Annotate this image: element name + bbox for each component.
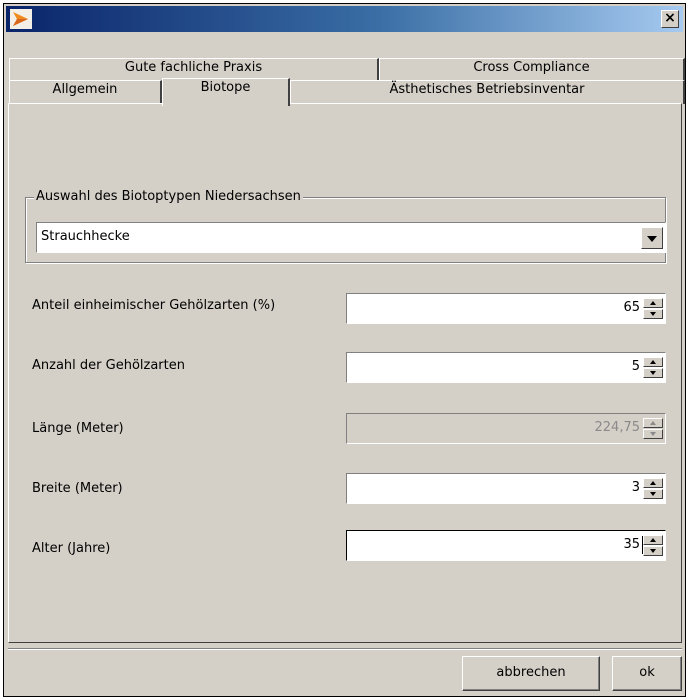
spinner-buttons: [643, 298, 663, 319]
laenge-spinner: 224,75: [346, 413, 666, 444]
spin-up-button[interactable]: [643, 357, 663, 367]
spinner-buttons: [643, 478, 663, 499]
spin-down-button[interactable]: [643, 489, 663, 499]
biotope-type-select[interactable]: Strauchhecke: [36, 222, 666, 253]
tab-gute-fachliche-praxis[interactable]: Gute fachliche Praxis: [9, 58, 379, 80]
biotope-type-value: Strauchhecke: [41, 229, 130, 244]
spin-up-button: [643, 418, 663, 428]
field-label-breite: Breite (Meter): [32, 481, 123, 496]
field-label-laenge: Länge (Meter): [32, 421, 124, 436]
spin-down-button[interactable]: [643, 309, 663, 319]
cancel-button[interactable]: abbrechen: [462, 656, 600, 691]
spinner-value: 65: [623, 300, 640, 315]
tab-label: Gute fachliche Praxis: [124, 60, 263, 75]
arrow-up-icon: [650, 538, 656, 542]
arrow-up-icon: [650, 421, 656, 425]
spinner-value: 35: [623, 537, 640, 552]
biotope-type-group-title: Auswahl des Biotoptypen Niedersachsen: [34, 188, 303, 206]
tab-label: Allgemein: [52, 82, 118, 97]
tab-label: Biotope: [200, 80, 251, 95]
spinner-buttons: [643, 357, 663, 378]
ok-button[interactable]: ok: [612, 656, 682, 691]
close-icon: ×: [664, 10, 676, 26]
spin-down-button: [643, 429, 663, 439]
title-bar[interactable]: ×: [6, 6, 683, 32]
spinner-value: 224,75: [594, 420, 641, 435]
tab-label: Ästhetisches Betriebsinventar: [389, 82, 585, 97]
anteil-spinner[interactable]: 65: [346, 293, 666, 324]
chevron-down-icon: [647, 236, 657, 242]
spin-up-button[interactable]: [643, 478, 663, 488]
dropdown-button[interactable]: [641, 227, 663, 249]
footer-separator: [8, 648, 682, 650]
spin-up-button[interactable]: [643, 298, 663, 308]
arrow-down-icon: [650, 549, 656, 553]
spin-up-button[interactable]: [643, 535, 663, 545]
app-logo-icon: [10, 9, 32, 29]
close-button[interactable]: ×: [661, 10, 679, 28]
tab-biotope[interactable]: Biotope: [162, 78, 290, 106]
anzahl-spinner[interactable]: 5: [346, 352, 666, 383]
tab-allgemein[interactable]: Allgemein: [9, 80, 162, 104]
arrow-up-icon: [650, 360, 656, 364]
arrow-up-icon: [650, 481, 656, 485]
breite-spinner[interactable]: 3: [346, 473, 666, 504]
arrow-up-icon: [650, 301, 656, 305]
tab-label: Cross Compliance: [473, 60, 590, 75]
field-label-anteil: Anteil einheimischer Gehölzarten (%): [32, 298, 276, 313]
spin-down-button[interactable]: [643, 368, 663, 378]
arrow-down-icon: [650, 432, 656, 436]
field-label-anzahl: Anzahl der Gehölzarten: [32, 358, 185, 373]
cancel-button-label: abbrechen: [496, 665, 566, 680]
alter-spinner[interactable]: 35: [346, 530, 666, 561]
arrow-down-icon: [650, 371, 656, 375]
arrow-down-icon: [650, 312, 656, 316]
arrow-down-icon: [650, 492, 656, 496]
tab-cross-compliance[interactable]: Cross Compliance: [379, 58, 685, 80]
spinner-buttons: [643, 535, 663, 556]
spin-down-button[interactable]: [643, 546, 663, 556]
spinner-buttons: [643, 418, 663, 439]
tab-aesthetisches-betriebsinventar[interactable]: Ästhetisches Betriebsinventar: [290, 80, 685, 104]
field-label-alter: Alter (Jahre): [32, 541, 111, 556]
spinner-value: 3: [631, 480, 640, 495]
ok-button-label: ok: [639, 665, 655, 680]
spinner-value: 5: [631, 359, 640, 374]
